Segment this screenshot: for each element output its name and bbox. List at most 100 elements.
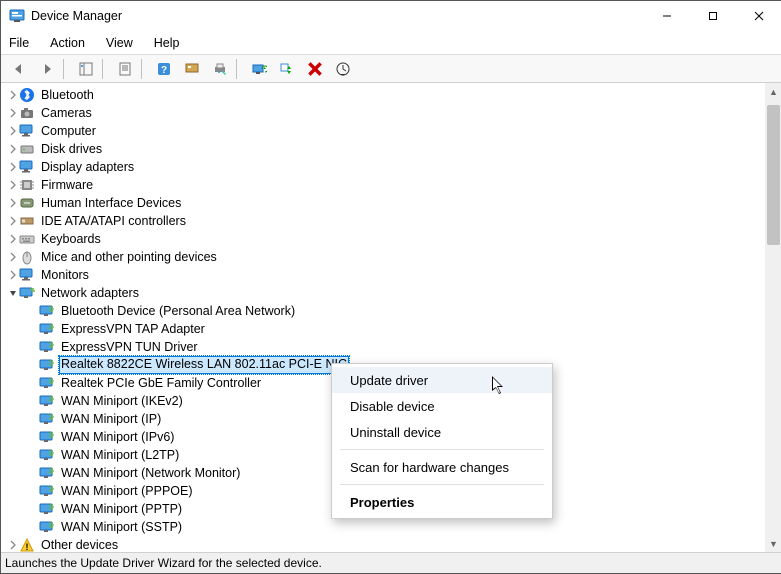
chevron-r-icon[interactable] [7, 126, 19, 136]
context-menu-item[interactable]: Properties [332, 489, 552, 515]
tree-item[interactable]: Computer [7, 122, 765, 140]
properties-sheet-icon[interactable] [113, 57, 137, 81]
uninstall-device-button[interactable] [303, 57, 327, 81]
context-menu-item[interactable]: Update driver [332, 367, 552, 393]
help-icon[interactable]: ? [152, 57, 176, 81]
context-menu-item[interactable]: Uninstall device [332, 419, 552, 445]
tree-item[interactable]: Monitors [7, 266, 765, 284]
enable-device-button[interactable] [275, 57, 299, 81]
tree-item-label: ExpressVPN TAP Adapter [59, 320, 207, 338]
tree-item[interactable]: Human Interface Devices [7, 194, 765, 212]
monitor-icon [19, 267, 35, 283]
scan-hardware-button[interactable] [331, 57, 355, 81]
chevron-r-icon[interactable] [7, 216, 19, 226]
net-icon [39, 339, 55, 355]
forward-button[interactable] [35, 57, 59, 81]
tree-item-label: ExpressVPN TUN Driver [59, 338, 200, 356]
tree-item[interactable]: Firmware [7, 176, 765, 194]
network-icon [19, 285, 35, 301]
minimize-button[interactable] [644, 1, 690, 31]
app-icon [9, 8, 25, 24]
monitor-icon [19, 159, 35, 175]
context-menu-item[interactable]: Disable device [332, 393, 552, 419]
scroll-up-icon[interactable]: ▲ [765, 83, 781, 100]
net-icon [39, 411, 55, 427]
net-icon [39, 393, 55, 409]
close-button[interactable] [736, 1, 781, 31]
context-menu-separator [340, 449, 544, 450]
chevron-r-icon[interactable] [7, 180, 19, 190]
show-hide-button[interactable] [74, 57, 98, 81]
device-icon-button[interactable] [180, 57, 204, 81]
toolbar-separator [102, 59, 109, 79]
tree-item[interactable]: Display adapters [7, 158, 765, 176]
tree-item-label: Monitors [39, 266, 91, 284]
camera-icon [19, 105, 35, 121]
titlebar: Device Manager [1, 1, 781, 31]
tree-item-label: Network adapters [39, 284, 141, 302]
tree-item-label: Firmware [39, 176, 95, 194]
chevron-r-icon[interactable] [7, 540, 19, 550]
chip-icon [19, 177, 35, 193]
maximize-button[interactable] [690, 1, 736, 31]
context-menu-separator [340, 484, 544, 485]
tree-item[interactable]: Bluetooth Device (Personal Area Network) [27, 302, 765, 320]
vertical-scrollbar[interactable]: ▲ ▼ [765, 83, 781, 552]
tree-item[interactable]: ExpressVPN TUN Driver [27, 338, 765, 356]
chevron-r-icon[interactable] [7, 144, 19, 154]
tree-item-label: IDE ATA/ATAPI controllers [39, 212, 188, 230]
monitor-icon [19, 123, 35, 139]
status-text: Launches the Update Driver Wizard for th… [5, 556, 322, 570]
tree-item[interactable]: Mice and other pointing devices [7, 248, 765, 266]
svg-text:?: ? [161, 65, 167, 76]
tree-item-label: Other devices [39, 536, 120, 552]
tree-item-label: WAN Miniport (PPPOE) [59, 482, 195, 500]
status-bar: Launches the Update Driver Wizard for th… [1, 553, 781, 573]
chevron-r-icon[interactable] [7, 270, 19, 280]
chevron-r-icon[interactable] [7, 198, 19, 208]
context-menu-item[interactable]: Scan for hardware changes [332, 454, 552, 480]
tree-item[interactable]: ExpressVPN TAP Adapter [27, 320, 765, 338]
tree-item[interactable]: Keyboards [7, 230, 765, 248]
tree-item[interactable]: WAN Miniport (SSTP) [27, 518, 765, 536]
net-icon [39, 483, 55, 499]
chevron-r-icon[interactable] [7, 162, 19, 172]
net-icon [39, 375, 55, 391]
menu-file[interactable]: File [7, 34, 31, 52]
menu-action[interactable]: Action [48, 34, 87, 52]
net-icon [39, 447, 55, 463]
bluetooth-icon [19, 87, 35, 103]
toolbar-separator [63, 59, 70, 79]
tree-item[interactable]: Other devices [7, 536, 765, 552]
chevron-r-icon[interactable] [7, 90, 19, 100]
printer-icon-button[interactable] [208, 57, 232, 81]
disk-icon [19, 141, 35, 157]
tree-item-label: Bluetooth [39, 86, 96, 104]
hid-icon [19, 195, 35, 211]
back-button[interactable] [7, 57, 31, 81]
mouse-icon [19, 249, 35, 265]
menu-help[interactable]: Help [152, 34, 182, 52]
toolbar: ? [1, 55, 781, 83]
chevron-r-icon[interactable] [7, 108, 19, 118]
window-title: Device Manager [31, 9, 644, 23]
scroll-thumb[interactable] [767, 105, 780, 245]
net-icon [39, 429, 55, 445]
chevron-d-icon[interactable] [7, 288, 19, 298]
menu-view[interactable]: View [104, 34, 135, 52]
scroll-down-icon[interactable]: ▼ [765, 535, 781, 552]
tree-item-label: Display adapters [39, 158, 136, 176]
tree-item[interactable]: Cameras [7, 104, 765, 122]
chevron-r-icon[interactable] [7, 252, 19, 262]
tree-item-label: Disk drives [39, 140, 104, 158]
chevron-r-icon[interactable] [7, 234, 19, 244]
scroll-track[interactable] [765, 100, 781, 535]
tree-item-label: Bluetooth Device (Personal Area Network) [59, 302, 297, 320]
tree-item[interactable]: Bluetooth [7, 86, 765, 104]
tree-item[interactable]: Disk drives [7, 140, 765, 158]
toolbar-separator [236, 59, 243, 79]
update-driver-button[interactable] [247, 57, 271, 81]
tree-item-label: Realtek 8822CE Wireless LAN 802.11ac PCI… [59, 356, 349, 374]
tree-item-label: WAN Miniport (Network Monitor) [59, 464, 242, 482]
tree-item[interactable]: IDE ATA/ATAPI controllers [7, 212, 765, 230]
